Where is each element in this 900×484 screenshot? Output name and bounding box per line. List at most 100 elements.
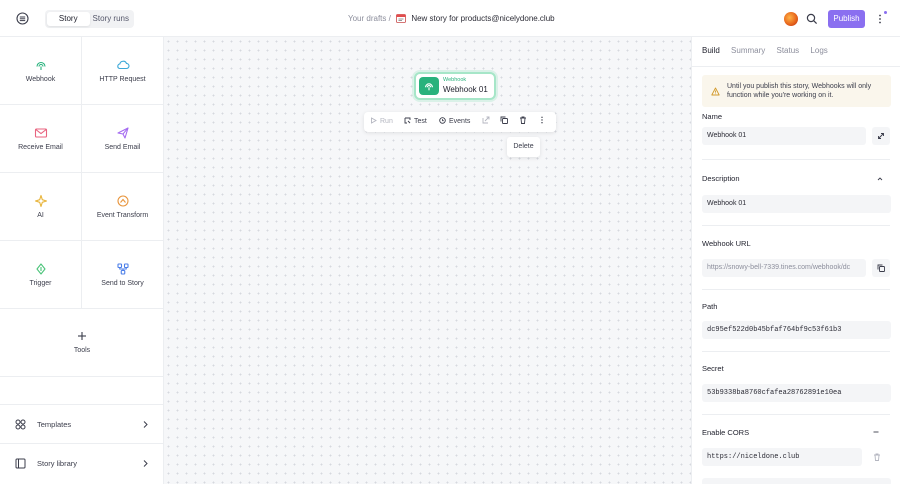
delete-button[interactable] xyxy=(519,112,530,132)
tab-status[interactable]: Status xyxy=(777,46,800,55)
enable-cors-label: Enable CORS xyxy=(702,428,750,437)
description-label: Description xyxy=(702,174,740,183)
library-icon xyxy=(15,458,26,469)
webhook-url-label: Webhook URL xyxy=(702,239,751,248)
story-library-link[interactable]: Story library xyxy=(0,443,164,482)
tab-story-runs[interactable]: Story runs xyxy=(90,12,133,26)
cors-origin-input[interactable]: https://niceldone.club xyxy=(702,448,862,466)
notification-dot xyxy=(884,11,887,14)
mail-icon xyxy=(34,128,48,138)
rename-button[interactable] xyxy=(872,127,890,145)
action-tools[interactable]: Tools xyxy=(0,309,164,377)
webhook-url-field[interactable]: https://snowy-bell-7339.tines.com/webhoo… xyxy=(702,259,866,277)
secret-label: Secret xyxy=(702,364,724,373)
action-webhook[interactable]: Webhook xyxy=(0,37,82,105)
story-library-label: Story library xyxy=(37,459,78,468)
cors-origin-input-2[interactable] xyxy=(702,478,891,484)
trigger-icon xyxy=(36,263,46,275)
trash-icon[interactable] xyxy=(873,453,881,461)
tools-label: Tools xyxy=(73,347,91,354)
publish-button[interactable]: Publish xyxy=(828,10,865,28)
action-trigger[interactable]: Trigger xyxy=(0,241,82,309)
story-title[interactable]: New story for products@nicelydone.club xyxy=(411,14,554,23)
cloud-icon xyxy=(117,60,130,70)
action-send-to-story[interactable]: Send to Story xyxy=(82,241,164,309)
chevron-right-icon xyxy=(143,421,148,428)
action-ai[interactable]: AI xyxy=(0,173,82,241)
action-sidebar: Webhook HTTP Request Receive Email Send … xyxy=(0,37,164,484)
warning-text: Until you publish this story, Webhooks w… xyxy=(727,83,872,99)
webhook-node[interactable]: Webhook Webhook 01 xyxy=(414,72,496,100)
action-http-request[interactable]: HTTP Request xyxy=(82,37,164,105)
share-button[interactable] xyxy=(482,112,493,132)
node-name: Webhook 01 xyxy=(443,85,488,94)
menu-icon[interactable] xyxy=(16,12,29,25)
clock-icon xyxy=(439,117,446,124)
chevron-up-icon[interactable] xyxy=(876,175,884,183)
action-label: Webhook xyxy=(25,76,56,83)
divider xyxy=(702,414,890,415)
name-label: Name xyxy=(702,112,723,121)
story-canvas[interactable]: Webhook Webhook 01 Run Test Events Delet… xyxy=(164,37,691,484)
run-button[interactable]: Run xyxy=(370,112,393,132)
action-send-email[interactable]: Send Email xyxy=(82,105,164,173)
action-label: Event Transform xyxy=(96,212,149,219)
secret-input[interactable]: 53b9338ba8760cfafea28762891e10ea xyxy=(702,384,891,402)
run-label: Run xyxy=(380,118,393,125)
test-icon xyxy=(404,117,411,124)
action-label: Trigger xyxy=(29,280,52,287)
copy-icon xyxy=(877,264,885,272)
copy-url-button[interactable] xyxy=(872,259,890,277)
name-input[interactable]: Webhook 01 xyxy=(702,127,866,145)
delete-tooltip: Delete xyxy=(507,137,540,157)
divider xyxy=(702,159,890,160)
action-label: Receive Email xyxy=(18,144,63,151)
divider xyxy=(702,351,890,352)
test-button[interactable]: Test xyxy=(404,112,427,132)
calendar-emoji-icon xyxy=(396,14,406,23)
panel-tabs: Build Summary Status Logs xyxy=(702,46,837,55)
search-icon[interactable] xyxy=(806,13,818,25)
events-label: Events xyxy=(449,118,471,125)
swap-icon xyxy=(878,133,884,139)
path-input[interactable]: dc95ef522d0b45bfaf764bf9c53f61b3 xyxy=(702,321,891,339)
tab-summary[interactable]: Summary xyxy=(731,46,765,55)
plus-icon xyxy=(78,332,86,340)
breadcrumb: Your drafts / New story for products@nic… xyxy=(348,13,555,23)
node-type: Webhook xyxy=(443,77,467,83)
action-label: Send to Story xyxy=(101,280,144,287)
duplicate-button[interactable] xyxy=(500,112,511,132)
breadcrumb-drafts[interactable]: Your drafts / xyxy=(348,14,391,23)
templates-icon xyxy=(15,419,26,430)
action-receive-email[interactable]: Receive Email xyxy=(0,105,82,173)
send-icon xyxy=(117,127,129,139)
webhook-icon xyxy=(425,83,433,91)
templates-link[interactable]: Templates xyxy=(0,404,164,443)
avatar[interactable] xyxy=(784,12,798,26)
events-button[interactable]: Events xyxy=(439,112,470,132)
tab-story[interactable]: Story xyxy=(47,12,90,26)
action-label: AI xyxy=(37,212,44,219)
chevron-right-icon xyxy=(143,460,148,467)
top-bar: Story Story runs Your drafts / New story… xyxy=(0,0,900,37)
story-icon xyxy=(117,263,129,275)
play-icon xyxy=(371,117,377,124)
transform-icon xyxy=(117,195,129,207)
action-label: HTTP Request xyxy=(99,76,146,83)
templates-label: Templates xyxy=(37,420,72,429)
warning-icon xyxy=(711,87,720,96)
sparkle-icon xyxy=(34,194,48,208)
more-options-icon xyxy=(541,116,543,124)
tab-logs[interactable]: Logs xyxy=(810,46,827,55)
publish-warning: Until you publish this story, Webhooks w… xyxy=(702,75,891,107)
properties-panel: Build Summary Status Logs Until you publ… xyxy=(691,37,900,484)
tab-build[interactable]: Build xyxy=(702,46,720,55)
trash-icon xyxy=(520,116,526,124)
node-icon-box xyxy=(419,77,439,95)
more-options-icon[interactable] xyxy=(876,13,884,25)
test-label: Test xyxy=(414,118,427,125)
collapse-icon[interactable] xyxy=(872,428,880,436)
node-more-button[interactable] xyxy=(540,112,547,132)
action-event-transform[interactable]: Event Transform xyxy=(82,173,164,241)
description-input[interactable]: Webhook 01 xyxy=(702,195,891,213)
